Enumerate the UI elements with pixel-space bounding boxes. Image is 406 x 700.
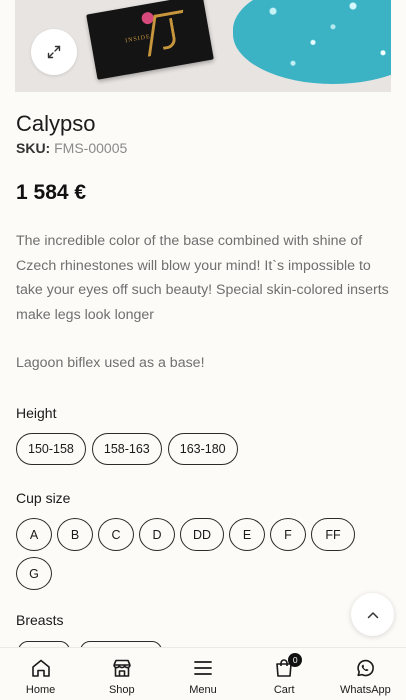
product-price: 1 584 € bbox=[16, 181, 87, 204]
cup-size-options: A B C D DD E F FF G bbox=[16, 518, 392, 590]
nav-item-shop[interactable]: Shop bbox=[81, 648, 162, 700]
shop-icon bbox=[112, 659, 131, 677]
product-sku: SKU: FMS-00005 bbox=[16, 140, 127, 156]
nav-item-home[interactable]: Home bbox=[0, 648, 81, 700]
brand-card-text: INSIDE bbox=[124, 33, 152, 45]
expand-icon bbox=[47, 45, 61, 59]
sku-value: FMS-00005 bbox=[54, 140, 128, 156]
chevron-up-icon bbox=[367, 611, 378, 618]
breasts-label: Breasts bbox=[16, 612, 64, 628]
nav-item-cart[interactable]: 0 Cart bbox=[244, 648, 325, 700]
brand-card: INSIDE bbox=[86, 0, 214, 80]
cup-size-option[interactable]: G bbox=[16, 557, 52, 590]
cup-size-option[interactable]: F bbox=[270, 518, 306, 551]
cart-count-badge: 0 bbox=[288, 653, 303, 667]
nav-label: Shop bbox=[108, 684, 135, 696]
height-options: 150-158 158-163 163-180 bbox=[16, 433, 392, 465]
rhinestone-fabric bbox=[233, 0, 391, 84]
description-paragraph: The incredible color of the base combine… bbox=[16, 233, 389, 323]
bottom-nav: Home Shop Menu 0 Cart WhatsApp bbox=[0, 647, 406, 700]
nav-label: Home bbox=[25, 684, 56, 696]
nav-label: Cart bbox=[273, 684, 295, 696]
cup-size-option[interactable]: FF bbox=[311, 518, 355, 551]
nav-label: WhatsApp bbox=[340, 684, 391, 696]
whatsapp-icon bbox=[357, 659, 375, 677]
product-description: The incredible color of the base combine… bbox=[16, 229, 390, 376]
cup-size-option[interactable]: A bbox=[16, 518, 52, 551]
height-label: Height bbox=[16, 405, 57, 421]
nav-label: Menu bbox=[189, 684, 217, 696]
menu-icon bbox=[194, 661, 212, 675]
nav-item-menu[interactable]: Menu bbox=[162, 648, 243, 700]
cup-size-option[interactable]: E bbox=[229, 518, 265, 551]
cup-size-option[interactable]: D bbox=[139, 518, 175, 551]
cup-size-option[interactable]: C bbox=[98, 518, 134, 551]
product-title: Calypso bbox=[16, 111, 96, 136]
sku-label: SKU: bbox=[16, 140, 51, 156]
scroll-top-button[interactable] bbox=[351, 593, 394, 636]
description-paragraph: Lagoon biflex used as a base! bbox=[16, 355, 205, 371]
home-icon bbox=[31, 659, 50, 677]
cup-size-option[interactable]: DD bbox=[180, 518, 224, 551]
height-option[interactable]: 150-158 bbox=[16, 433, 86, 465]
expand-image-button[interactable] bbox=[31, 29, 77, 75]
cup-size-option[interactable]: B bbox=[57, 518, 93, 551]
height-option[interactable]: 163-180 bbox=[167, 433, 238, 465]
nav-item-whatsapp[interactable]: WhatsApp bbox=[325, 648, 406, 700]
height-option[interactable]: 158-163 bbox=[91, 433, 162, 465]
cup-size-label: Cup size bbox=[16, 490, 71, 506]
